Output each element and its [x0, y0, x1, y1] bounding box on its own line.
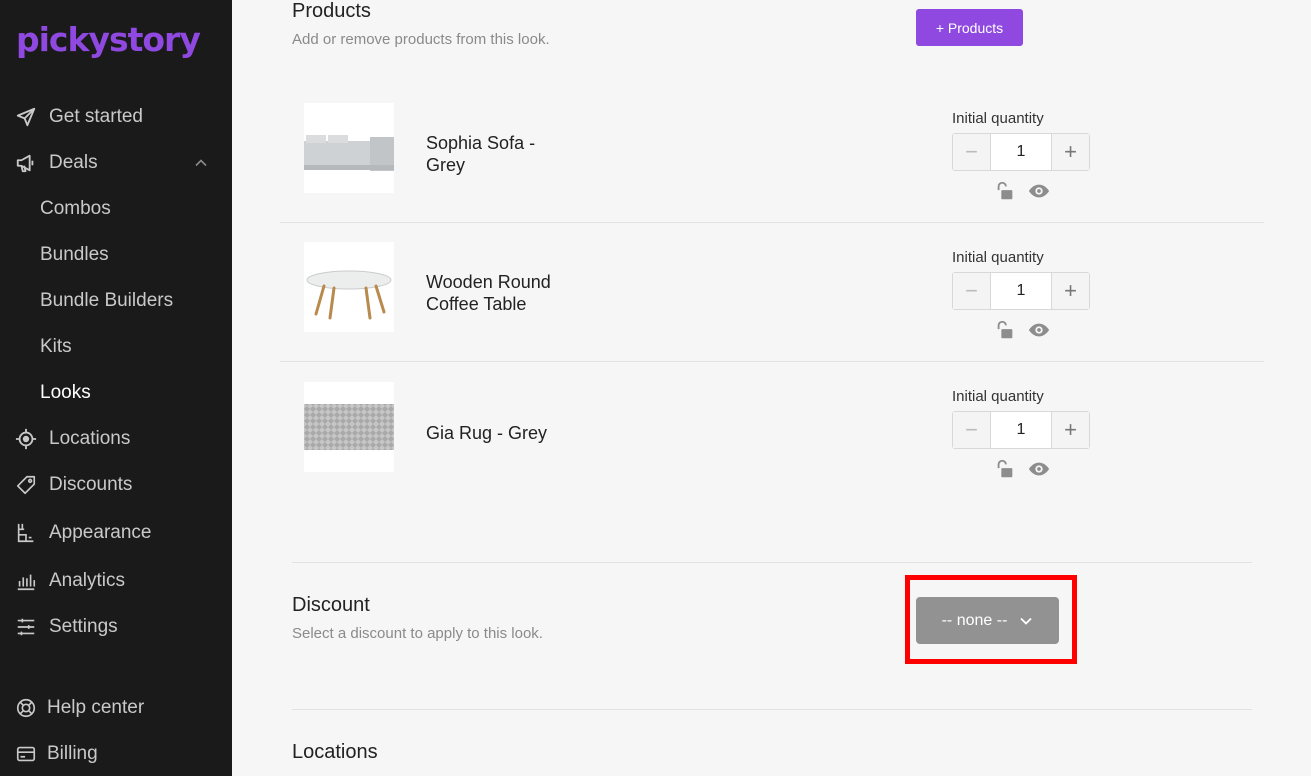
sidebar-item-label: Deals [49, 152, 98, 173]
add-products-button[interactable]: + Products [916, 9, 1023, 46]
sidebar-item-label: Settings [49, 616, 118, 637]
discount-description: Select a discount to apply to this look. [292, 625, 543, 642]
section-divider [292, 562, 1252, 563]
quantity-value[interactable]: 1 [991, 412, 1051, 448]
row-actions [994, 180, 1050, 202]
sidebar-item-settings[interactable]: Settings [0, 607, 232, 647]
discount-select[interactable]: -- none -- [916, 597, 1059, 644]
sidebar: pickystory Get started Deals Combos Bund… [0, 0, 232, 776]
quantity-value[interactable]: 1 [991, 273, 1051, 309]
sidebar-item-looks[interactable]: Looks [0, 373, 232, 413]
sidebar-item-deals[interactable]: Deals [0, 143, 232, 183]
sidebar-item-bundles[interactable]: Bundles [0, 235, 232, 275]
products-description: Add or remove products from this look. [292, 31, 550, 48]
product-image-sofa [304, 103, 394, 193]
unlock-icon[interactable] [994, 319, 1016, 341]
quantity-value[interactable]: 1 [991, 134, 1051, 170]
product-row: Wooden Round Coffee Table Initial quanti… [280, 223, 1264, 362]
increment-button[interactable]: + [1051, 273, 1089, 309]
products-title: Products [292, 0, 371, 22]
sidebar-item-label: Discounts [49, 474, 133, 495]
chevron-down-icon [1020, 617, 1033, 625]
sidebar-item-appearance[interactable]: Appearance [0, 513, 232, 553]
appearance-icon [14, 521, 38, 545]
sidebar-item-label: Help center [47, 697, 145, 718]
row-actions [994, 319, 1050, 341]
eye-icon[interactable] [1028, 319, 1050, 341]
unlock-icon[interactable] [994, 458, 1016, 480]
sidebar-item-label: Bundle Builders [40, 290, 174, 311]
product-row: Gia Rug - Grey Initial quantity − 1 + [280, 363, 1264, 502]
target-icon [14, 427, 38, 451]
sliders-icon [14, 615, 38, 639]
main-content: Products Add or remove products from thi… [232, 0, 1311, 776]
quantity-label: Initial quantity [952, 110, 1044, 127]
sidebar-item-kits[interactable]: Kits [0, 327, 232, 367]
sidebar-item-combos[interactable]: Combos [0, 189, 232, 229]
product-image-rug [304, 382, 394, 472]
section-divider [292, 709, 1252, 710]
sidebar-item-analytics[interactable]: Analytics [0, 561, 232, 601]
quantity-stepper: − 1 + [952, 272, 1090, 310]
quantity-stepper: − 1 + [952, 133, 1090, 171]
logo-text: pickystory [16, 19, 201, 59]
row-actions [994, 458, 1050, 480]
sidebar-item-discounts[interactable]: Discounts [0, 465, 232, 505]
sidebar-item-label: Combos [40, 198, 111, 219]
locations-title: Locations [292, 741, 378, 763]
sidebar-item-label: Kits [40, 336, 72, 357]
decrement-button[interactable]: − [953, 273, 991, 309]
chevron-up-icon[interactable] [194, 156, 208, 170]
quantity-label: Initial quantity [952, 249, 1044, 266]
product-name: Sophia Sofa - Grey [426, 133, 536, 175]
credit-card-icon [14, 742, 38, 766]
decrement-button[interactable]: − [953, 134, 991, 170]
sidebar-item-label: Looks [40, 382, 91, 403]
quantity-label: Initial quantity [952, 388, 1044, 405]
decrement-button[interactable]: − [953, 412, 991, 448]
sidebar-item-get-started[interactable]: Get started [0, 97, 232, 137]
megaphone-icon [14, 151, 38, 175]
product-image-coffee-table [304, 242, 394, 332]
sidebar-item-label: Appearance [49, 522, 152, 543]
quantity-stepper: − 1 + [952, 411, 1090, 449]
product-row: Sophia Sofa - Grey Initial quantity − 1 … [280, 84, 1264, 223]
sidebar-item-bundle-builders[interactable]: Bundle Builders [0, 281, 232, 321]
sidebar-item-help-center[interactable]: Help center [0, 688, 232, 728]
increment-button[interactable]: + [1051, 134, 1089, 170]
eye-icon[interactable] [1028, 180, 1050, 202]
discount-title: Discount [292, 594, 370, 616]
bar-chart-icon [14, 569, 38, 593]
sidebar-item-label: Analytics [49, 570, 126, 591]
sidebar-item-label: Bundles [40, 244, 109, 265]
eye-icon[interactable] [1028, 458, 1050, 480]
increment-button[interactable]: + [1051, 412, 1089, 448]
pickystory-logo[interactable]: pickystory [16, 16, 201, 62]
tag-icon [14, 473, 38, 497]
product-name: Wooden Round Coffee Table [426, 272, 551, 314]
sidebar-item-locations[interactable]: Locations [0, 419, 232, 459]
discount-select-value: -- none -- [941, 611, 1008, 629]
sidebar-item-label: Get started [49, 106, 143, 127]
lifebuoy-icon [14, 696, 38, 720]
sidebar-item-label: Locations [49, 428, 131, 449]
send-icon [14, 105, 38, 129]
sidebar-item-billing[interactable]: Billing [0, 734, 232, 774]
unlock-icon[interactable] [994, 180, 1016, 202]
product-name: Gia Rug - Grey [426, 423, 548, 443]
sidebar-item-label: Billing [47, 743, 98, 764]
